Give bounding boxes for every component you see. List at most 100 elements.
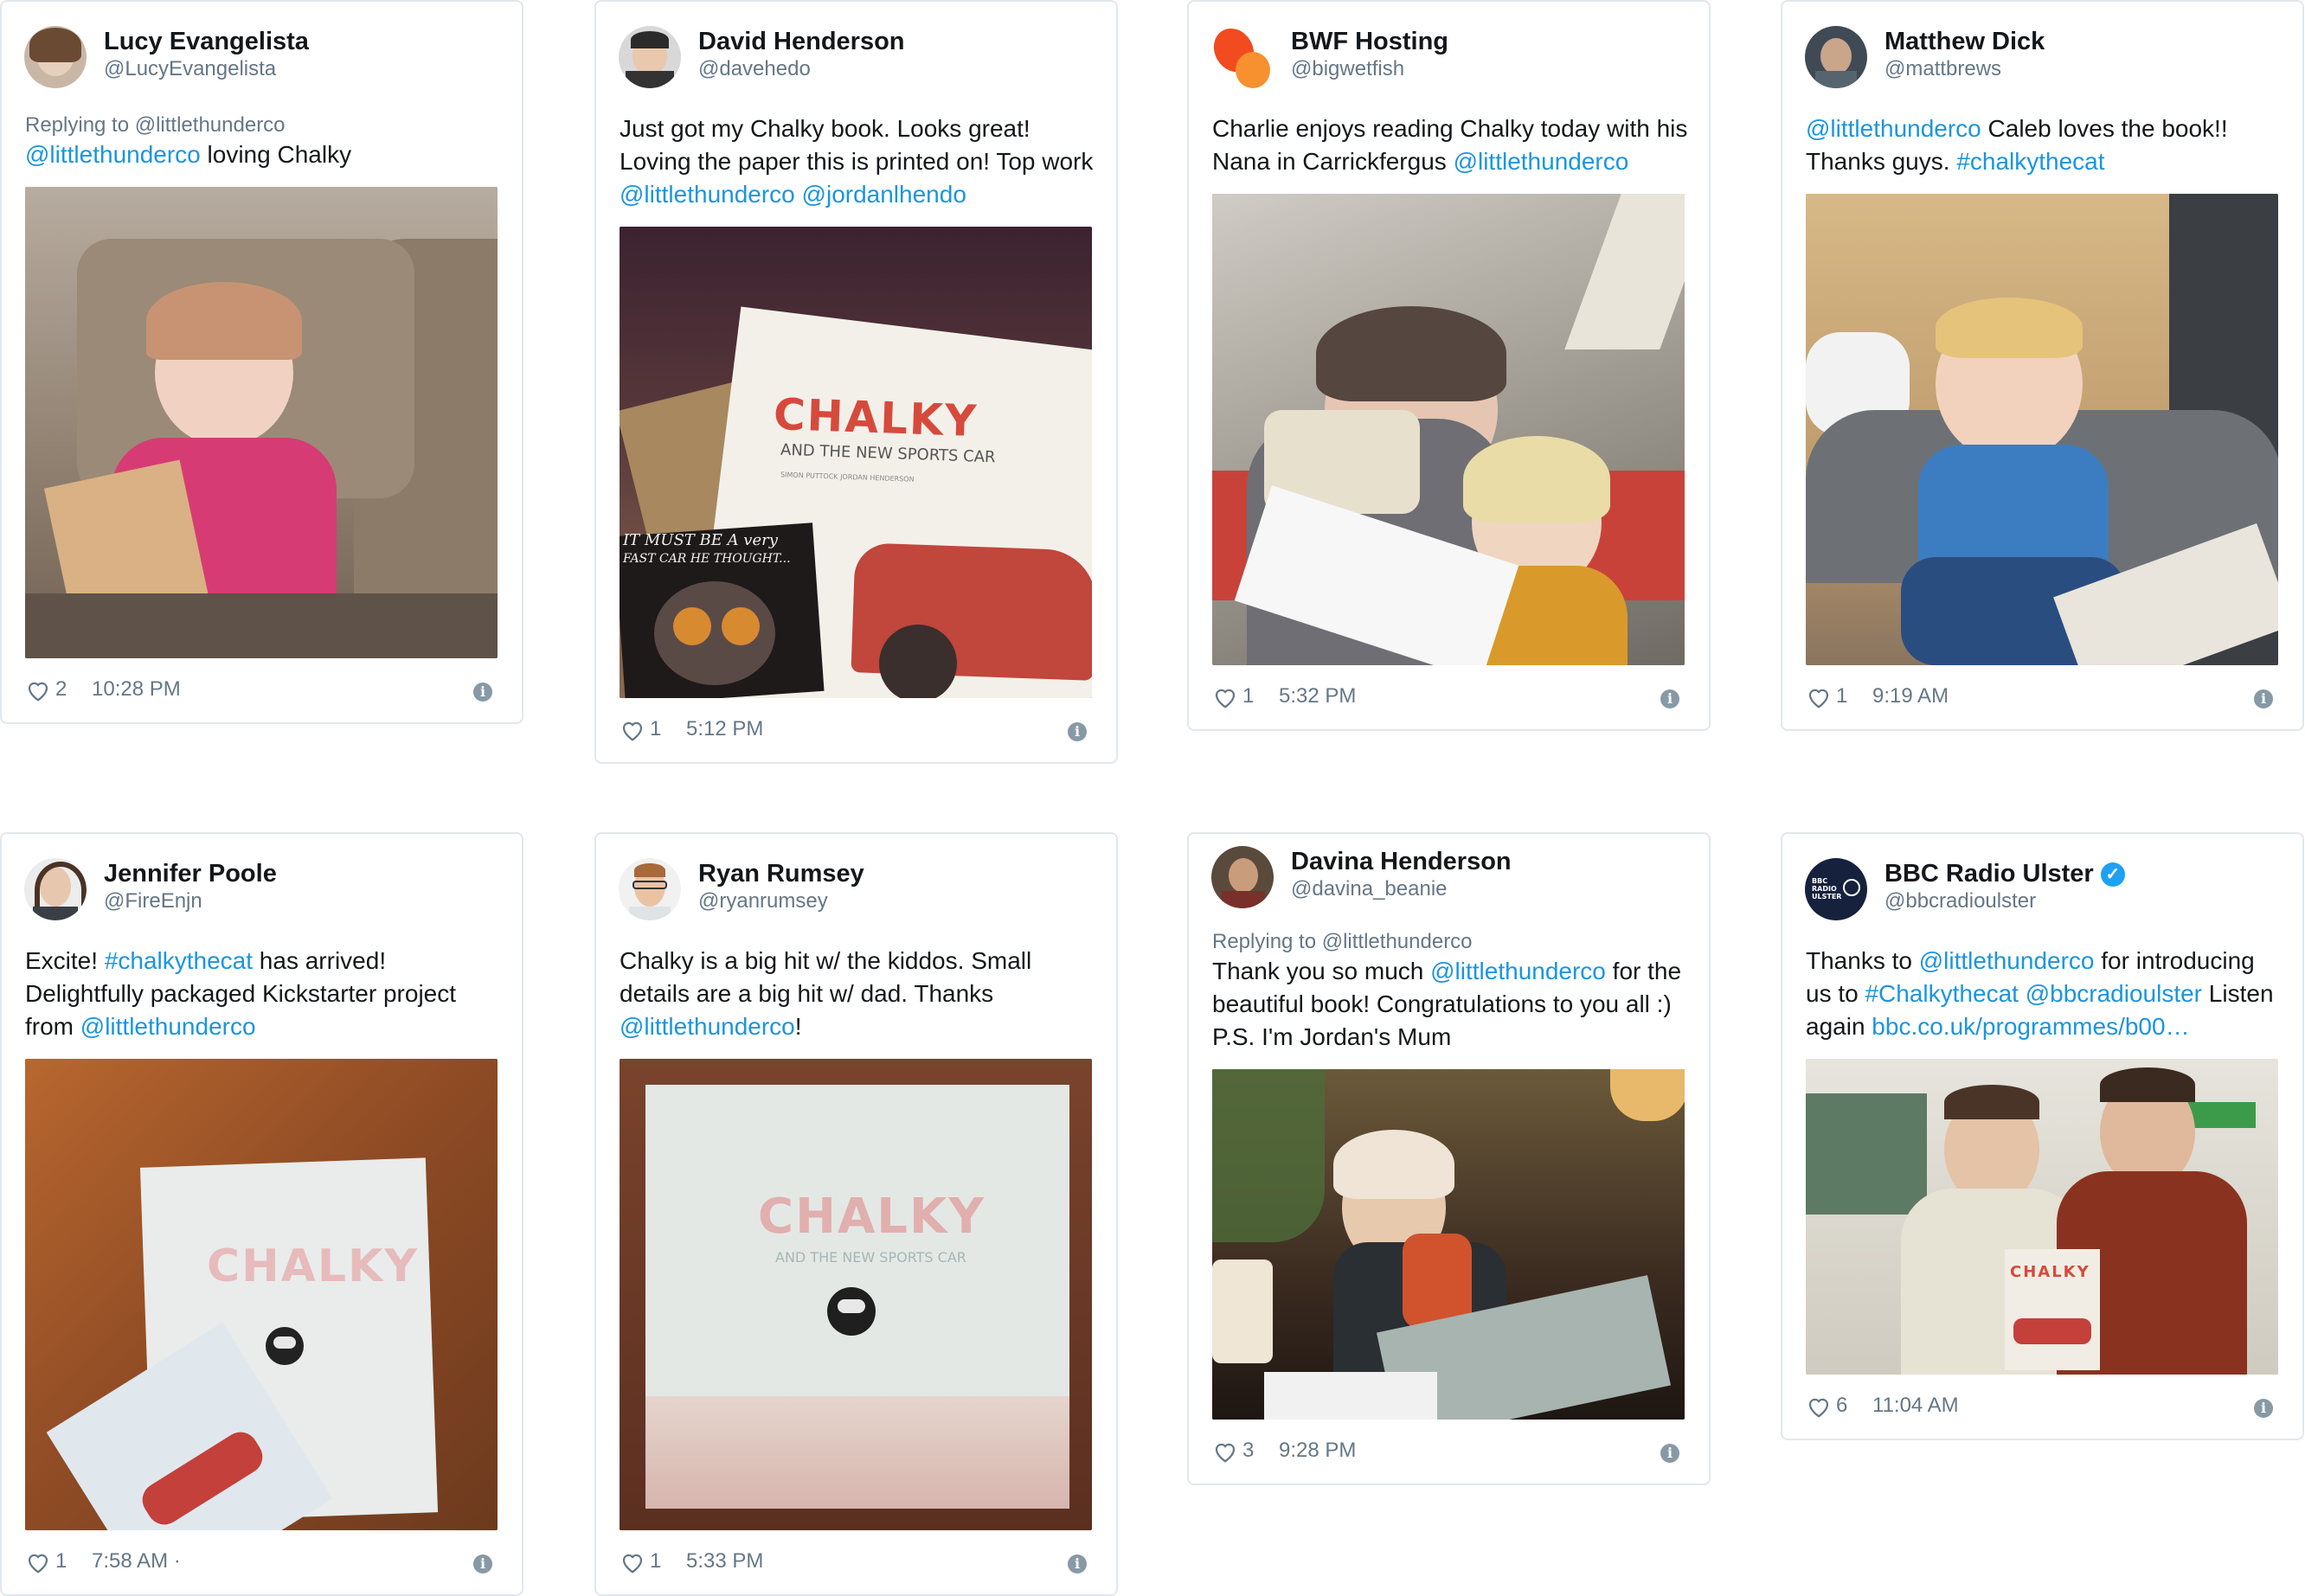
- author-handle[interactable]: @FireEnjn: [104, 889, 202, 913]
- like-icon[interactable]: [1806, 1394, 1832, 1420]
- like-count: 6: [1836, 1394, 1848, 1417]
- like-icon[interactable]: [1212, 1439, 1238, 1465]
- tweet-card[interactable]: Ryan Rumsey @ryanrumsey Chalky is a big …: [594, 832, 1118, 1596]
- tweet-text: @littlethunderco loving Chalky: [25, 138, 503, 171]
- tweet-card[interactable]: BWF Hosting @bigwetfish Charlie enjoys r…: [1187, 0, 1711, 731]
- author-handle[interactable]: @ryanrumsey: [698, 889, 828, 913]
- tweet-photo[interactable]: CHALKY: [1806, 1059, 2278, 1375]
- avatar[interactable]: [1211, 846, 1274, 908]
- tweet-text-segment: [795, 181, 802, 208]
- tweet-card[interactable]: Lucy Evangelista @LucyEvangelista Replyi…: [0, 0, 523, 724]
- like-icon[interactable]: [1212, 684, 1238, 710]
- author-handle[interactable]: @mattbrews: [1884, 57, 2001, 81]
- tweet-photo[interactable]: CHALKY AND THE NEW SPORTS CAR: [620, 1059, 1092, 1530]
- mention-link[interactable]: @bbcradioulster: [2026, 980, 2202, 1007]
- avatar-text: BBC RADIO ULSTER: [1812, 877, 1842, 901]
- tweet-text: @littlethunderco Caleb loves the book!! …: [1806, 112, 2283, 178]
- tweet-card[interactable]: David Henderson @davehedo Just got my Ch…: [594, 0, 1118, 764]
- author-handle[interactable]: @bbcradioulster: [1884, 889, 2036, 913]
- like-icon[interactable]: [1806, 684, 1832, 710]
- url-link[interactable]: bbc.co.uk/programmes/b00…: [1872, 1013, 2189, 1040]
- tweet-timestamp[interactable]: 5:32 PM: [1279, 684, 1356, 708]
- author-name[interactable]: Jennifer Poole: [104, 860, 277, 888]
- page-caption-line-2: FAST CAR HE THOUGHT...: [623, 552, 791, 566]
- like-icon[interactable]: [620, 717, 645, 743]
- author-name[interactable]: BBC Radio Ulster ✓: [1884, 860, 2125, 888]
- tweet-timestamp[interactable]: 9:28 PM: [1279, 1439, 1356, 1463]
- tweet-timestamp[interactable]: 10:28 PM: [92, 677, 181, 702]
- avatar[interactable]: [24, 858, 87, 920]
- mention-link[interactable]: @littlethunderco: [620, 1013, 795, 1040]
- tweet-text-segment: loving Chalky: [200, 141, 352, 168]
- info-icon[interactable]: i: [1660, 689, 1679, 708]
- avatar[interactable]: [24, 26, 87, 88]
- author-name[interactable]: Matthew Dick: [1884, 28, 2045, 56]
- avatar[interactable]: [619, 26, 681, 88]
- tweet-text-segment: !: [794, 1013, 802, 1040]
- like-count: 1: [650, 717, 662, 740]
- mention-link[interactable]: @littlethunderco: [1919, 947, 2095, 974]
- author-handle[interactable]: @davina_beanie: [1291, 877, 1448, 901]
- tweet-timestamp[interactable]: 7:58 AM ·: [92, 1549, 181, 1574]
- tweet-timestamp[interactable]: 9:19 AM: [1872, 684, 1949, 708]
- like-count: 2: [55, 677, 67, 701]
- tweet-photo[interactable]: CHALKY AND THE NEW SPORTS CAR SIMON PUTT…: [620, 227, 1092, 698]
- like-count: 1: [55, 1549, 67, 1573]
- hashtag-link[interactable]: #Chalkythecat: [1865, 980, 2018, 1007]
- like-icon[interactable]: [25, 1549, 51, 1575]
- info-icon[interactable]: i: [1660, 1444, 1679, 1463]
- like-icon[interactable]: [620, 1549, 645, 1575]
- tweet-text-segment: Excite!: [25, 947, 105, 974]
- avatar[interactable]: [1205, 21, 1274, 88]
- tweet-card[interactable]: Jennifer Poole @FireEnjn Excite! #chalky…: [0, 832, 523, 1596]
- author-name[interactable]: Davina Henderson: [1291, 848, 1512, 876]
- info-icon[interactable]: i: [1068, 1554, 1087, 1574]
- info-icon[interactable]: i: [2254, 689, 2273, 708]
- tweet-timestamp[interactable]: 5:33 PM: [686, 1549, 763, 1574]
- info-icon[interactable]: i: [473, 1554, 492, 1574]
- like-icon[interactable]: [25, 677, 51, 703]
- like-count: 3: [1242, 1439, 1255, 1462]
- author-name[interactable]: BWF Hosting: [1291, 28, 1448, 56]
- tweet-card[interactable]: BBC RADIO ULSTER BBC Radio Ulster ✓ @bbcr…: [1781, 832, 2304, 1440]
- mention-link[interactable]: @jordanlhendo: [802, 181, 966, 208]
- author-name[interactable]: Lucy Evangelista: [104, 28, 309, 56]
- mention-link[interactable]: @littlethunderco: [1430, 958, 1606, 984]
- tweet-photo[interactable]: [25, 187, 498, 658]
- mention-link[interactable]: @littlethunderco: [25, 141, 201, 168]
- tweet-timestamp[interactable]: 5:12 PM: [686, 717, 763, 741]
- mention-link[interactable]: @littlethunderco: [1806, 115, 1981, 142]
- tweet-photo[interactable]: [1806, 194, 2278, 665]
- book-subtitle: AND THE NEW SPORTS CAR: [775, 1249, 966, 1266]
- author-handle[interactable]: @bigwetfish: [1291, 57, 1404, 81]
- tweet-card[interactable]: Matthew Dick @mattbrews @littlethunderco…: [1781, 0, 2304, 731]
- mention-link[interactable]: @littlethunderco: [1454, 148, 1629, 175]
- author-handle[interactable]: @LucyEvangelista: [104, 57, 276, 81]
- info-icon[interactable]: i: [473, 683, 492, 702]
- mention-link[interactable]: @littlethunderco: [80, 1013, 256, 1040]
- tweet-photo[interactable]: CHALKY: [25, 1059, 498, 1530]
- tweet-photo[interactable]: [1212, 1069, 1685, 1420]
- avatar[interactable]: [1805, 26, 1867, 88]
- info-icon[interactable]: i: [1068, 722, 1087, 741]
- mention-link[interactable]: @littlethunderco: [620, 181, 795, 208]
- verified-badge-icon: ✓: [2100, 862, 2125, 887]
- author-name[interactable]: Ryan Rumsey: [698, 860, 864, 888]
- tweet-text: Thanks to @littlethunderco for introduci…: [1806, 945, 2283, 1043]
- hashtag-link[interactable]: #chalkythecat: [1956, 148, 2104, 175]
- tweet-text: Chalky is a big hit w/ the kiddos. Small…: [620, 945, 1097, 1043]
- author-name[interactable]: David Henderson: [698, 28, 905, 56]
- author-name-text: BBC Radio Ulster: [1884, 860, 2094, 888]
- avatar[interactable]: BBC RADIO ULSTER: [1805, 858, 1867, 920]
- tweet-card[interactable]: Davina Henderson @davina_beanie Replying…: [1187, 832, 1711, 1485]
- hashtag-link[interactable]: #chalkythecat: [105, 947, 253, 974]
- tweet-timestamp[interactable]: 11:04 AM: [1872, 1394, 1959, 1418]
- info-icon[interactable]: i: [2254, 1399, 2273, 1418]
- author-handle[interactable]: @davehedo: [698, 57, 811, 81]
- avatar[interactable]: [619, 858, 681, 920]
- tweet-text-segment: Thank you so much: [1212, 958, 1431, 984]
- tweet-text-segment: Just got my Chalky book. Looks great! Lo…: [620, 115, 1094, 175]
- like-count: 1: [1242, 684, 1255, 708]
- tweet-photo[interactable]: [1212, 194, 1685, 665]
- reply-context: Replying to @littlethunderco: [1212, 930, 1473, 953]
